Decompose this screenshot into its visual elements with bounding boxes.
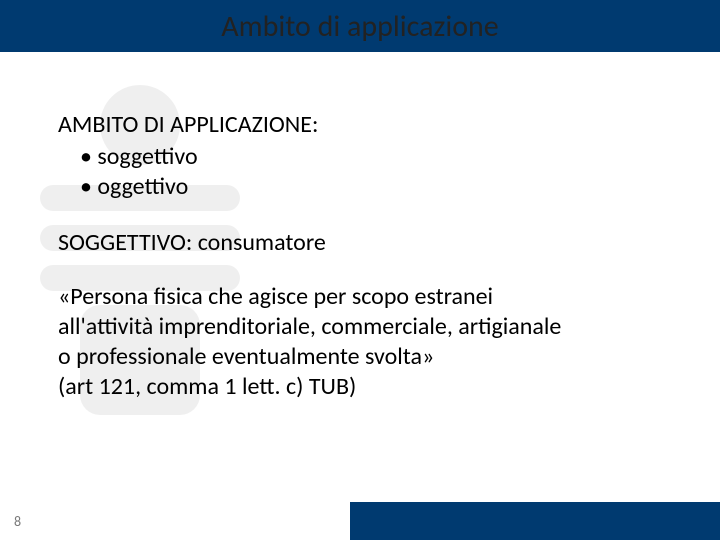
bullet-list: soggettivo oggettivo [80, 142, 648, 202]
footer-bar [350, 502, 720, 540]
bullet-item: oggettivo [80, 172, 648, 202]
quote-line: «Persona fisica che agisce per scopo est… [58, 282, 648, 312]
sub-heading: SOGGETTIVO: consumatore [58, 228, 648, 258]
body-content: AMBITO DI APPLICAZIONE: soggettivo ogget… [58, 110, 648, 402]
quote-line: o professionale eventualmente svolta» [58, 342, 648, 372]
page-number: 8 [14, 513, 21, 530]
quote-line: all'attività imprenditoriale, commercial… [58, 312, 648, 342]
citation: (art 121, comma 1 lett. c) TUB) [58, 372, 648, 402]
section-heading: AMBITO DI APPLICAZIONE: [58, 110, 648, 140]
slide-title: Ambito di applicazione [0, 8, 720, 45]
bullet-item: soggettivo [80, 142, 648, 172]
slide: Ambito di applicazione AMBITO DI APPLICA… [0, 0, 720, 540]
